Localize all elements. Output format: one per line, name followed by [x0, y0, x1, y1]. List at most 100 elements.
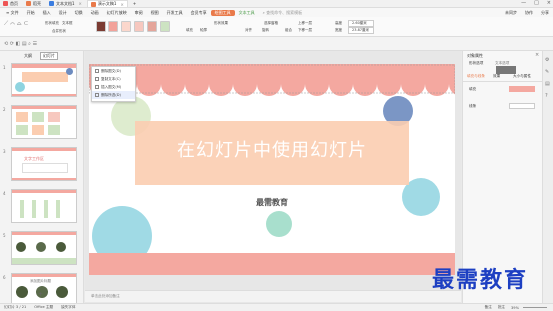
slide-number: 3: [3, 149, 6, 154]
fill-color-picker[interactable]: [509, 86, 535, 92]
group-button[interactable]: 组合: [285, 28, 292, 33]
collaborate-button[interactable]: 协作: [521, 10, 537, 16]
missing-font-button[interactable]: 缺失字体: [61, 305, 75, 310]
shape-fill-button[interactable]: 形状填充: [45, 21, 59, 26]
menu-animation[interactable]: 动画: [87, 10, 103, 16]
style-swatch-4[interactable]: [134, 21, 144, 32]
menu-drawing-tools[interactable]: 绘图工具: [210, 9, 235, 16]
slide-subtitle[interactable]: 最需教育: [89, 197, 455, 208]
settings-icon[interactable]: ⚙: [545, 57, 549, 63]
quick-tools-icon[interactable]: ⟲ ⟳ ◧ ▤ ⌕ ☰: [4, 41, 37, 47]
menu-slideshow[interactable]: 幻灯片放映: [103, 10, 131, 16]
slide-canvas[interactable]: 在幻灯片中使用幻灯片 最需教育: [89, 64, 455, 275]
style-swatch-2[interactable]: [108, 21, 118, 32]
text-box-button[interactable]: 文本框: [62, 21, 73, 26]
outline-button[interactable]: 轮廓: [200, 28, 207, 33]
zoom-slider[interactable]: [523, 307, 547, 308]
divider: [463, 81, 543, 82]
menu-transition[interactable]: 切换: [71, 10, 87, 16]
maximize-button[interactable]: □: [534, 0, 539, 6]
ctx-item-delete-text[interactable]: 删除图文(D): [92, 67, 135, 75]
style-swatch-6[interactable]: [160, 21, 170, 32]
style-swatch-3[interactable]: [121, 21, 131, 32]
ctx-item-insert-text[interactable]: 插入图文(M): [92, 83, 135, 91]
style-swatch-5[interactable]: [147, 21, 157, 32]
ctx-item-delete-selected[interactable]: 删除所选(D): [92, 91, 135, 99]
ctx-item-copy-text[interactable]: 复制文本(C): [92, 75, 135, 83]
shape-gallery-icon[interactable]: ⟋ ⌒ ⌓ ⊂: [4, 20, 28, 28]
layers-icon[interactable]: ▤: [545, 81, 550, 87]
pencil-icon[interactable]: ✎: [545, 69, 549, 75]
menu-design[interactable]: 设计: [55, 10, 71, 16]
slide-thumb-4[interactable]: [11, 189, 77, 223]
slide3-title: 文字工作区: [24, 156, 44, 161]
fill-section-label[interactable]: 填充: [469, 87, 476, 92]
window-controls: — □ ×: [521, 0, 551, 6]
texture-preview[interactable]: [496, 66, 516, 74]
comment-button[interactable]: 批注: [498, 305, 505, 310]
notes-button[interactable]: 备注: [485, 305, 492, 310]
status-bar: 幻灯片 3 / 21 Office 主题 缺失字体 备注 批注 39%: [0, 303, 553, 311]
slide-thumb-5[interactable]: [11, 231, 77, 265]
sub-toolbar: ⟲ ⟳ ◧ ▤ ⌕ ☰: [0, 37, 553, 51]
slide-thumb-6[interactable]: 添加图片标题: [11, 273, 77, 307]
slide-info: 幻灯片 3 / 21: [4, 305, 27, 309]
share-button[interactable]: 分享: [537, 10, 553, 16]
menu-developer[interactable]: 开发工具: [163, 10, 187, 16]
move-up-button[interactable]: 上移一层: [298, 21, 312, 26]
minimize-button[interactable]: —: [521, 0, 526, 6]
tab-ppt1[interactable]: 演示文稿1 ×: [86, 0, 128, 7]
right-tool-strip: ⚙ ✎ ▤ ?: [542, 51, 553, 303]
insert-icon: [95, 85, 99, 89]
slide-thumb-2[interactable]: [11, 105, 77, 139]
width-input[interactable]: 23.87厘米: [348, 27, 374, 34]
width-label: 宽度: [335, 28, 342, 32]
line-section-label[interactable]: 线条: [469, 104, 476, 109]
style-swatch-1[interactable]: [96, 21, 106, 32]
select-pane-button[interactable]: 选择窗格: [264, 21, 278, 26]
align-button[interactable]: 对齐: [245, 28, 252, 33]
tab-home[interactable]: 首页: [0, 0, 21, 7]
help-icon[interactable]: ?: [545, 93, 548, 99]
slide-thumb-1[interactable]: [11, 63, 77, 97]
ctx-label: 复制文本(C): [101, 76, 121, 81]
line-color-picker[interactable]: [509, 103, 535, 109]
fill-button[interactable]: 填充: [186, 28, 193, 33]
subtab-effect[interactable]: 效果: [493, 74, 500, 79]
tab-label: 首页: [10, 0, 18, 6]
slide-title[interactable]: 在幻灯片中使用幻灯片: [135, 136, 409, 162]
tab-docer[interactable]: 稻壳: [23, 0, 44, 7]
mint-circle-decoration: [266, 211, 292, 237]
slide-thumb-3[interactable]: 文字工作区: [11, 147, 77, 181]
menu-review[interactable]: 审阅: [131, 10, 147, 16]
tab-shape-options[interactable]: 形状选项: [469, 61, 483, 66]
sync-status[interactable]: 未同步: [501, 10, 521, 16]
tab-slides[interactable]: 幻灯片: [40, 52, 58, 60]
tab-doc1[interactable]: 文本文档1 ×: [46, 0, 85, 7]
new-tab-button[interactable]: +: [130, 0, 139, 7]
close-tab-icon[interactable]: ×: [79, 1, 82, 6]
subtab-size[interactable]: 大小与属性: [513, 74, 531, 79]
close-tab-icon[interactable]: ×: [120, 2, 123, 7]
shape-effect-button[interactable]: 形状效果: [214, 21, 228, 26]
subtab-fill-line[interactable]: 填充与线条: [467, 74, 485, 79]
merge-shapes-button[interactable]: 合并形状: [52, 29, 66, 34]
move-down-button[interactable]: 下移一层: [298, 28, 312, 33]
add-slide-button[interactable]: +: [38, 291, 43, 298]
slide-thumbnail-panel: 大纲 幻灯片 1 2 3 文字工作区 4 5 6 添加图片标题 +: [0, 51, 84, 307]
zoom-level[interactable]: 39%: [511, 306, 519, 310]
menu-member[interactable]: 会员专享: [187, 10, 211, 16]
close-panel-icon[interactable]: ×: [535, 52, 539, 58]
menu-view[interactable]: 视图: [147, 10, 163, 16]
notes-area[interactable]: 单击此处添加备注: [85, 290, 461, 302]
rotate-button[interactable]: 旋转: [262, 28, 269, 33]
tab-outline[interactable]: 大纲: [24, 53, 32, 59]
menu-file[interactable]: ≡ 文件: [2, 10, 23, 16]
height-input[interactable]: 2.60厘米: [348, 20, 374, 27]
menu-insert[interactable]: 插入: [39, 10, 55, 16]
menu-home[interactable]: 开始: [23, 10, 39, 16]
ribbon: ⟋ ⌒ ⌓ ⊂ 形状填充 合并形状 文本框 填充 轮廓 形状效果 对齐 旋转 选…: [0, 17, 553, 37]
menu-text-tools[interactable]: 文本工具: [235, 10, 259, 16]
close-button[interactable]: ×: [547, 0, 551, 6]
search-command[interactable]: ⌕ 查找命令、搜索模板: [259, 10, 307, 16]
